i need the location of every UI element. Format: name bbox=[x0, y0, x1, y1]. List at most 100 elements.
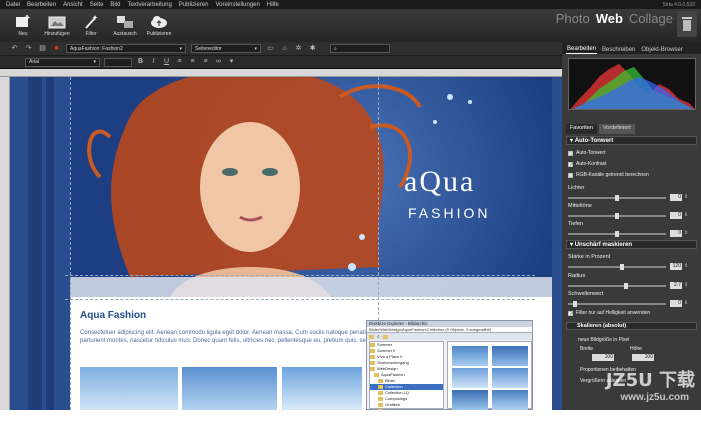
add-button[interactable]: Hinzufügen bbox=[40, 9, 74, 42]
stepper-icon[interactable]: ⇕ bbox=[684, 230, 688, 236]
mode-collage[interactable]: Collage bbox=[629, 11, 673, 26]
slider-lichter[interactable] bbox=[568, 195, 666, 201]
checkbox-auto-tonwert[interactable]: Auto-Tonwert bbox=[568, 150, 605, 156]
new-button[interactable]: Neu bbox=[6, 9, 40, 42]
folder-icon[interactable] bbox=[369, 334, 374, 339]
thumbnail[interactable] bbox=[492, 346, 528, 366]
section-auto-tonwert[interactable]: ▾ Auto-Tonwert bbox=[566, 136, 697, 145]
font-size-select[interactable] bbox=[104, 57, 132, 67]
slider-tiefen[interactable] bbox=[568, 231, 666, 237]
align-left-icon[interactable]: ≡ bbox=[175, 58, 184, 66]
width-field[interactable]: 100 bbox=[592, 354, 614, 361]
gear-icon[interactable]: ✲ bbox=[294, 45, 303, 53]
height-field[interactable]: 100 bbox=[632, 354, 654, 361]
publish-button[interactable]: Publizieren bbox=[142, 9, 176, 42]
checkbox-rgb-kanaele[interactable]: RGB-Kanäle getrennt berechnen bbox=[568, 172, 649, 178]
stepper-icon[interactable]: ⇕ bbox=[684, 300, 688, 306]
tab-beschreiben[interactable]: Beschreiben bbox=[601, 46, 636, 54]
trash-button[interactable] bbox=[677, 11, 697, 37]
menu-textverarbeitung[interactable]: Textverarbeitung bbox=[127, 2, 171, 8]
slider-label: Tiefen bbox=[568, 221, 584, 227]
slider-knob[interactable] bbox=[572, 301, 577, 307]
link-icon[interactable]: ∞ bbox=[214, 58, 223, 66]
hero-image[interactable]: aQua FASHION bbox=[70, 77, 552, 297]
tab-vordefiniert[interactable]: Vordefiniert bbox=[598, 124, 635, 134]
home-icon[interactable]: ⌂ bbox=[280, 45, 289, 53]
checkbox-label: Auto-Kontrast bbox=[576, 161, 607, 167]
slider-knob[interactable] bbox=[624, 283, 629, 289]
filter-button[interactable]: Filter bbox=[74, 9, 108, 42]
search-input[interactable]: ⌕ bbox=[330, 44, 390, 53]
explorer-window[interactable]: Diskbize Explorer - Bildarchiv Bilder\We… bbox=[366, 320, 533, 413]
chevron-down-icon: ▾ bbox=[93, 59, 96, 65]
menu-datei[interactable]: Datei bbox=[6, 2, 20, 8]
menu-bearbeiten[interactable]: Bearbeiten bbox=[27, 2, 56, 8]
undo-icon[interactable]: ↶ bbox=[10, 45, 19, 53]
slider-knob[interactable] bbox=[615, 213, 619, 219]
trash-icon bbox=[682, 17, 692, 31]
align-center-icon[interactable]: ≡ bbox=[188, 58, 197, 66]
folder-icon[interactable] bbox=[382, 334, 388, 339]
checkbox-helligkeit[interactable]: ✓ Filter nur auf Helligkeit anwenden bbox=[568, 310, 650, 316]
slider-value[interactable]: 0 bbox=[670, 300, 682, 307]
menu-publizieren[interactable]: Publizieren bbox=[179, 2, 209, 8]
article-thumbnail[interactable] bbox=[80, 367, 178, 410]
monitor-icon[interactable]: ▭ bbox=[266, 45, 275, 53]
slider-radius[interactable] bbox=[568, 283, 666, 289]
slider-value[interactable]: 0 bbox=[670, 194, 682, 201]
menu-ansicht[interactable]: Ansicht bbox=[63, 2, 83, 8]
slider-mitteltoene[interactable] bbox=[568, 213, 666, 219]
redo-icon[interactable]: ↷ bbox=[24, 45, 33, 53]
menu-bild[interactable]: Bild bbox=[110, 2, 120, 8]
thumbnail[interactable] bbox=[492, 390, 528, 410]
project-select[interactable]: AquaFashion: Fashion2 ▾ bbox=[66, 44, 186, 53]
thumbnail-grid bbox=[447, 341, 532, 410]
checkbox-box bbox=[568, 172, 573, 178]
stepper-icon[interactable]: ⇕ bbox=[684, 194, 688, 200]
article-thumbnail[interactable] bbox=[182, 367, 277, 410]
slider-staerke[interactable] bbox=[568, 264, 666, 270]
menu-voreinstellungen[interactable]: Voreinstellungen bbox=[215, 2, 259, 8]
menu-seite[interactable]: Seite bbox=[90, 2, 104, 8]
slider-knob[interactable] bbox=[615, 195, 619, 201]
section-unschaerf[interactable]: ▾ Unschärf maskieren bbox=[566, 240, 697, 249]
italic-icon[interactable]: I bbox=[149, 58, 158, 66]
align-right-icon[interactable]: ≡ bbox=[201, 58, 210, 66]
slider-knob[interactable] bbox=[615, 231, 619, 237]
slider-value[interactable]: 120 bbox=[670, 263, 682, 270]
slider-value[interactable]: 0 bbox=[670, 212, 682, 219]
thumbnail[interactable] bbox=[452, 390, 488, 410]
slider-label: Mitteltöne bbox=[568, 203, 592, 209]
article-thumbnail[interactable] bbox=[282, 367, 362, 410]
bold-icon[interactable]: B bbox=[136, 58, 145, 66]
font-select[interactable]: Arial ▾ bbox=[25, 57, 100, 67]
mode-photo[interactable]: Photo bbox=[556, 11, 590, 26]
slider-value[interactable]: 2.7 bbox=[670, 282, 682, 289]
checkbox-auto-kontrast[interactable]: ✓ Auto-Kontrast bbox=[568, 161, 607, 167]
slider-knob[interactable] bbox=[619, 264, 624, 270]
thumbnail[interactable] bbox=[452, 346, 488, 366]
settings-icon[interactable]: ✱ bbox=[308, 45, 317, 53]
stepper-icon[interactable]: ⇕ bbox=[684, 282, 688, 288]
exchange-button[interactable]: Austausch bbox=[108, 9, 142, 42]
editor-select[interactable]: Seiteneditor ▾ bbox=[191, 44, 261, 53]
article-heading[interactable]: Aqua Fashion bbox=[80, 310, 146, 321]
slider-label: Stärke in Prozent bbox=[568, 254, 611, 260]
thumbnail[interactable] bbox=[492, 368, 528, 388]
text-color-icon[interactable]: ▾ bbox=[227, 58, 236, 66]
mode-web[interactable]: Web bbox=[596, 11, 623, 26]
tab-bearbeiten[interactable]: Bearbeiten bbox=[566, 45, 598, 54]
model-photo bbox=[87, 77, 472, 297]
slider-schwellenwert[interactable] bbox=[568, 301, 666, 307]
stepper-icon[interactable]: ⇕ bbox=[684, 263, 688, 269]
menu-hilfe[interactable]: Hilfe bbox=[267, 2, 279, 8]
stepper-icon[interactable]: ⇕ bbox=[684, 212, 688, 218]
underline-icon[interactable]: U bbox=[162, 58, 171, 66]
tab-objekt-browser[interactable]: Objekt-Browser bbox=[640, 46, 683, 54]
tab-favoriten[interactable]: Favoriten bbox=[566, 124, 597, 134]
section-skalieren[interactable]: Skalieren (absolut) bbox=[566, 322, 697, 330]
slider-value[interactable]: 0 bbox=[670, 230, 682, 237]
search-icon[interactable]: ⌕ bbox=[377, 334, 380, 340]
layout-icon[interactable]: ▤ bbox=[38, 45, 47, 53]
thumbnail[interactable] bbox=[452, 368, 488, 388]
